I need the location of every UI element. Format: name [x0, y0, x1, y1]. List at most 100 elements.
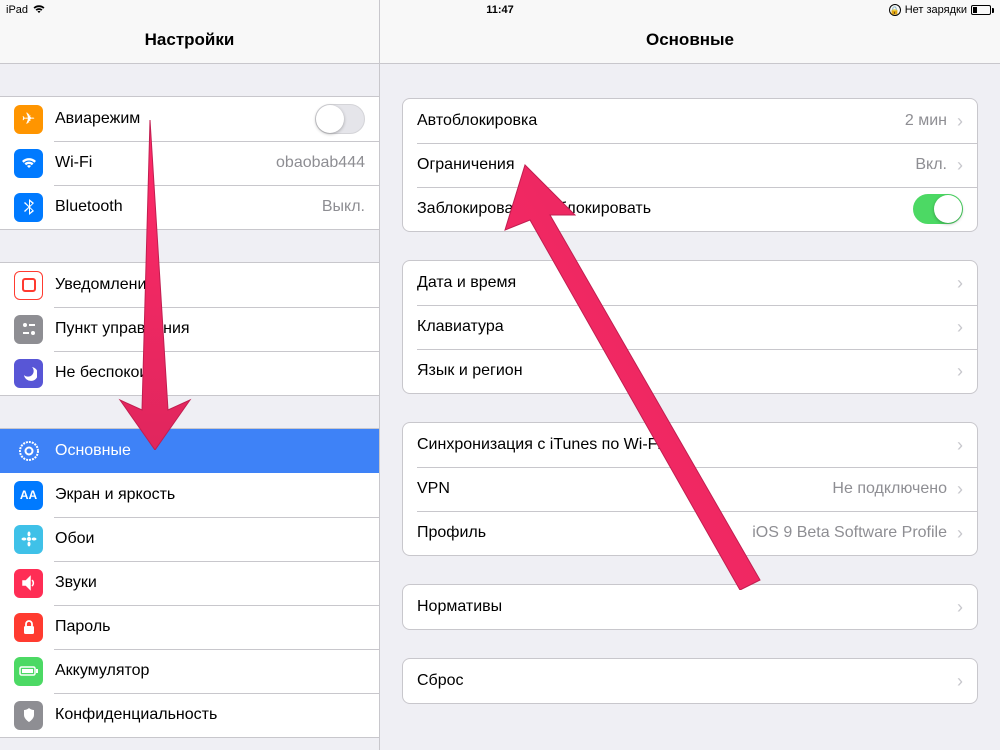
detail-title: Основные: [646, 30, 734, 50]
sidebar-item-passcode[interactable]: Пароль: [0, 605, 379, 649]
status-time: 11:47: [486, 4, 514, 16]
wallpaper-icon: [14, 525, 43, 554]
detail-group-5: Сброс ›: [402, 658, 978, 704]
battery-settings-icon: [14, 657, 43, 686]
profile-value: iOS 9 Beta Software Profile: [752, 524, 947, 542]
row-autolock[interactable]: Автоблокировка 2 мин ›: [403, 99, 977, 143]
dnd-label: Не беспокоить: [55, 364, 365, 382]
wifi-icon: [32, 4, 46, 17]
detail-group-1: Автоблокировка 2 мин › Ограничения Вкл. …: [402, 98, 978, 232]
chevron-right-icon: ›: [957, 317, 963, 338]
passcode-label: Пароль: [55, 618, 365, 636]
chevron-right-icon: ›: [957, 479, 963, 500]
passcode-icon: [14, 613, 43, 642]
lockunlock-switch[interactable]: [913, 194, 963, 224]
autolock-label: Автоблокировка: [417, 112, 905, 130]
display-label: Экран и яркость: [55, 486, 365, 504]
row-datetime[interactable]: Дата и время ›: [403, 261, 977, 305]
sidebar-item-privacy[interactable]: Конфиденциальность: [0, 693, 379, 737]
airplane-icon: ✈: [14, 105, 43, 134]
row-language[interactable]: Язык и регион ›: [403, 349, 977, 393]
bluetooth-icon: [14, 193, 43, 222]
general-label: Основные: [55, 442, 365, 460]
privacy-icon: [14, 701, 43, 730]
wifi-value: obaobab444: [276, 154, 365, 172]
restrictions-label: Ограничения: [417, 156, 915, 174]
row-keyboard[interactable]: Клавиатура ›: [403, 305, 977, 349]
vpn-value: Не подключено: [832, 480, 947, 498]
chevron-right-icon: ›: [957, 361, 963, 382]
general-icon: [14, 437, 43, 466]
battery-icon: [971, 5, 994, 15]
chevron-right-icon: ›: [957, 597, 963, 618]
status-left: iPad: [6, 4, 46, 17]
sidebar-group-3: Основные AA Экран и яркость Обои Звуки: [0, 428, 379, 738]
detail-pane: Основные Автоблокировка 2 мин › Ограниче…: [380, 0, 1000, 750]
detail-group-2: Дата и время › Клавиатура › Язык и регио…: [402, 260, 978, 394]
wifi-settings-icon: [14, 149, 43, 178]
sidebar-item-battery[interactable]: Аккумулятор: [0, 649, 379, 693]
sounds-icon: [14, 569, 43, 598]
charge-text: Нет зарядки: [905, 4, 967, 16]
sidebar-group-2: Уведомления Пункт управления Не беспокои…: [0, 262, 379, 396]
sidebar-item-sounds[interactable]: Звуки: [0, 561, 379, 605]
lang-label: Язык и регион: [417, 362, 955, 380]
dnd-icon: [14, 359, 43, 388]
chevron-right-icon: ›: [957, 111, 963, 132]
wallpaper-label: Обои: [55, 530, 365, 548]
sidebar-item-dnd[interactable]: Не беспокоить: [0, 351, 379, 395]
sidebar-item-wifi[interactable]: Wi-Fi obaobab444: [0, 141, 379, 185]
vpn-label: VPN: [417, 480, 832, 498]
status-right: 🔒 Нет зарядки: [889, 4, 994, 16]
status-bar: iPad 11:47 🔒 Нет зарядки: [0, 0, 1000, 20]
device-label: iPad: [6, 4, 28, 16]
chevron-right-icon: ›: [957, 435, 963, 456]
chevron-right-icon: ›: [957, 523, 963, 544]
rotation-lock-icon: 🔒: [889, 4, 901, 16]
bluetooth-value: Выкл.: [322, 198, 365, 216]
datetime-label: Дата и время: [417, 274, 955, 292]
notifications-icon: [14, 271, 43, 300]
battery-label: Аккумулятор: [55, 662, 365, 680]
lockunlock-label: Заблокировать/разблокировать: [417, 200, 913, 218]
sidebar-group-1: ✈ Авиарежим Wi-Fi obaobab444 Bluetooth В…: [0, 96, 379, 230]
notifications-label: Уведомления: [55, 276, 365, 294]
detail-group-4: Нормативы ›: [402, 584, 978, 630]
keyboard-label: Клавиатура: [417, 318, 955, 336]
regulatory-label: Нормативы: [417, 598, 955, 616]
sidebar-item-control-center[interactable]: Пункт управления: [0, 307, 379, 351]
row-restrictions[interactable]: Ограничения Вкл. ›: [403, 143, 977, 187]
sidebar-item-display[interactable]: AA Экран и яркость: [0, 473, 379, 517]
autolock-value: 2 мин: [905, 112, 947, 130]
control-center-icon: [14, 315, 43, 344]
display-icon: AA: [14, 481, 43, 510]
chevron-right-icon: ›: [957, 671, 963, 692]
itunes-label: Синхронизация с iTunes по Wi-Fi: [417, 436, 955, 454]
sidebar: Настройки ✈ Авиарежим Wi-Fi obaobab444 B…: [0, 0, 380, 750]
row-reset[interactable]: Сброс ›: [403, 659, 977, 703]
airplane-switch[interactable]: [315, 104, 365, 134]
row-regulatory[interactable]: Нормативы ›: [403, 585, 977, 629]
row-lock-unlock[interactable]: Заблокировать/разблокировать: [403, 187, 977, 231]
airplane-label: Авиарежим: [55, 110, 315, 128]
sounds-label: Звуки: [55, 574, 365, 592]
restrictions-value: Вкл.: [915, 156, 947, 174]
sidebar-item-bluetooth[interactable]: Bluetooth Выкл.: [0, 185, 379, 229]
sidebar-item-notifications[interactable]: Уведомления: [0, 263, 379, 307]
profile-label: Профиль: [417, 524, 752, 542]
row-vpn[interactable]: VPN Не подключено ›: [403, 467, 977, 511]
row-profile[interactable]: Профиль iOS 9 Beta Software Profile ›: [403, 511, 977, 555]
sidebar-title: Настройки: [145, 30, 235, 50]
row-itunes-wifi[interactable]: Синхронизация с iTunes по Wi-Fi ›: [403, 423, 977, 467]
bluetooth-label: Bluetooth: [55, 198, 322, 216]
sidebar-item-airplane[interactable]: ✈ Авиарежим: [0, 97, 379, 141]
reset-label: Сброс: [417, 672, 955, 690]
chevron-right-icon: ›: [957, 273, 963, 294]
sidebar-item-wallpaper[interactable]: Обои: [0, 517, 379, 561]
sidebar-item-general[interactable]: Основные: [0, 429, 379, 473]
wifi-label: Wi-Fi: [55, 154, 276, 172]
chevron-right-icon: ›: [957, 155, 963, 176]
detail-group-3: Синхронизация с iTunes по Wi-Fi › VPN Не…: [402, 422, 978, 556]
privacy-label: Конфиденциальность: [55, 706, 365, 724]
control-center-label: Пункт управления: [55, 320, 365, 338]
